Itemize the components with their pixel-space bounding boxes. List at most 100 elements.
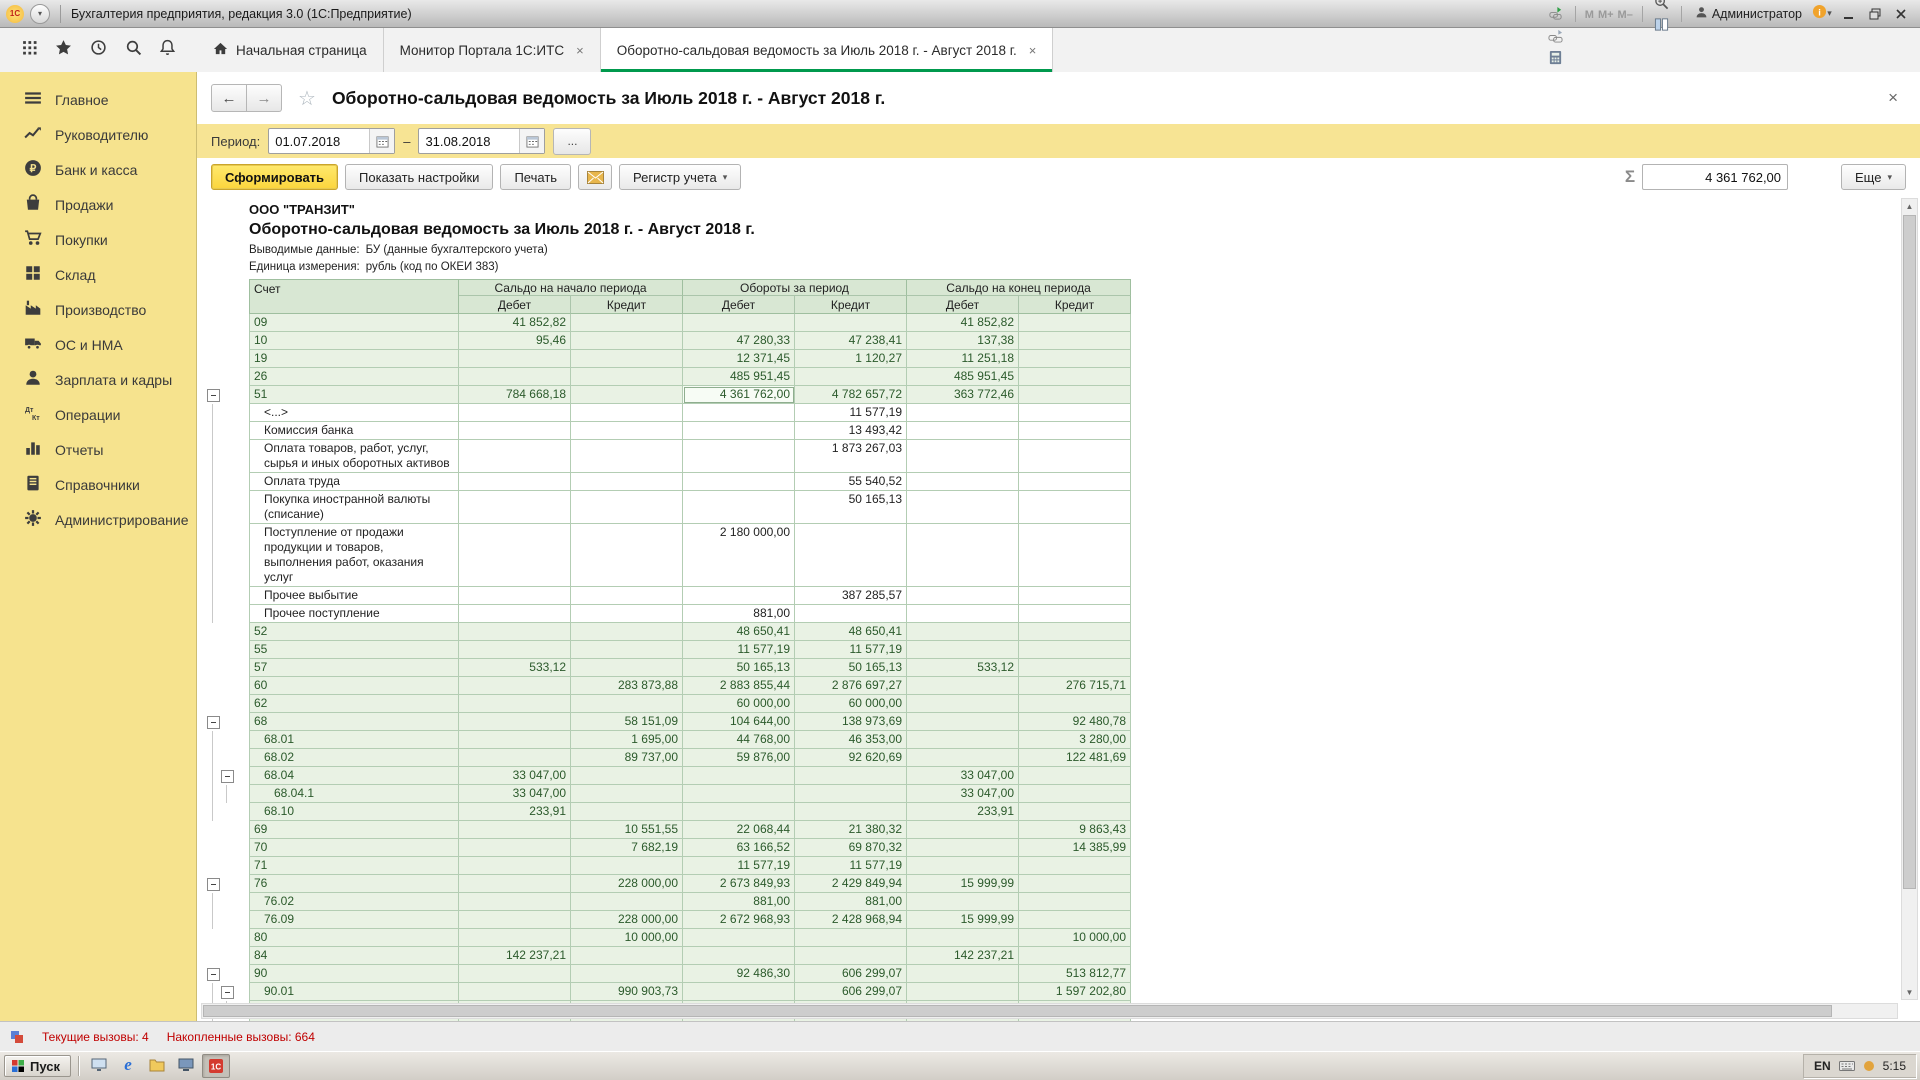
- value-cell[interactable]: [459, 605, 571, 623]
- value-cell[interactable]: 92 620,69: [795, 749, 907, 767]
- column-subheader[interactable]: Дебет: [459, 296, 571, 314]
- back-button[interactable]: ←: [211, 84, 247, 112]
- value-cell[interactable]: [571, 767, 683, 785]
- collapse-expander[interactable]: [207, 389, 220, 402]
- value-cell[interactable]: 1 597 202,80: [1019, 983, 1131, 1001]
- value-cell[interactable]: 21 380,32: [795, 821, 907, 839]
- value-cell[interactable]: [459, 857, 571, 875]
- value-cell[interactable]: [1019, 422, 1131, 440]
- tab-close-icon[interactable]: ×: [576, 43, 584, 58]
- account-cell[interactable]: 76.02: [249, 893, 459, 911]
- tray-app-icon[interactable]: [1863, 1060, 1875, 1072]
- account-cell[interactable]: Поступление от продажи продукции и товар…: [249, 524, 459, 587]
- account-cell[interactable]: 76.09: [249, 911, 459, 929]
- value-cell[interactable]: [683, 440, 795, 473]
- zoom-in-icon[interactable]: [1650, 0, 1674, 14]
- tab-3[interactable]: Оборотно-сальдовая ведомость за Июль 201…: [601, 28, 1054, 72]
- memory-button[interactable]: M+: [1596, 9, 1616, 21]
- value-cell[interactable]: 33 047,00: [907, 785, 1019, 803]
- value-cell[interactable]: [1019, 404, 1131, 422]
- value-cell[interactable]: 50 165,13: [795, 659, 907, 677]
- send-email-button[interactable]: [578, 164, 612, 190]
- value-cell[interactable]: 2 883 855,44: [683, 677, 795, 695]
- value-cell[interactable]: [907, 587, 1019, 605]
- value-cell[interactable]: 2 672 968,93: [683, 911, 795, 929]
- value-cell[interactable]: [795, 767, 907, 785]
- value-cell[interactable]: 4 782 657,72: [795, 386, 907, 404]
- value-cell[interactable]: [571, 605, 683, 623]
- language-indicator[interactable]: EN: [1814, 1059, 1831, 1073]
- value-cell[interactable]: [1019, 605, 1131, 623]
- sidebar-item-bars[interactable]: Отчеты: [0, 432, 196, 467]
- value-cell[interactable]: 142 237,21: [459, 947, 571, 965]
- scroll-up-arrow[interactable]: ▲: [1902, 199, 1917, 213]
- value-cell[interactable]: 11 577,19: [795, 857, 907, 875]
- value-cell[interactable]: [571, 965, 683, 983]
- value-cell[interactable]: [907, 857, 1019, 875]
- value-cell[interactable]: [571, 404, 683, 422]
- sidebar-item-cart[interactable]: Покупки: [0, 222, 196, 257]
- value-cell[interactable]: 14 385,99: [1019, 839, 1131, 857]
- value-cell[interactable]: [907, 695, 1019, 713]
- value-cell[interactable]: [683, 473, 795, 491]
- value-cell[interactable]: [571, 491, 683, 524]
- value-cell[interactable]: 2 429 849,94: [795, 875, 907, 893]
- value-cell[interactable]: [571, 785, 683, 803]
- column-group-header[interactable]: Сальдо на конец периода: [907, 279, 1131, 296]
- value-cell[interactable]: [1019, 803, 1131, 821]
- collapse-expander[interactable]: [207, 878, 220, 891]
- value-cell[interactable]: [795, 605, 907, 623]
- value-cell[interactable]: 104 644,00: [683, 713, 795, 731]
- clock[interactable]: 5:15: [1883, 1059, 1906, 1073]
- calendar-icon[interactable]: [369, 129, 394, 153]
- collapse-expander[interactable]: [207, 716, 220, 729]
- value-cell[interactable]: 48 650,41: [683, 623, 795, 641]
- value-cell[interactable]: [795, 785, 907, 803]
- value-cell[interactable]: [683, 491, 795, 524]
- sidebar-item-truck[interactable]: ОС и НМА: [0, 327, 196, 362]
- collapse-expander[interactable]: [221, 770, 234, 783]
- vertical-scrollbar[interactable]: ▲ ▼: [1901, 198, 1918, 1000]
- value-cell[interactable]: [571, 524, 683, 587]
- column-subheader[interactable]: Кредит: [571, 296, 683, 314]
- value-cell[interactable]: 46 353,00: [795, 731, 907, 749]
- value-cell[interactable]: [1019, 368, 1131, 386]
- column-subheader[interactable]: Дебет: [907, 296, 1019, 314]
- account-cell[interactable]: Прочее поступление: [249, 605, 459, 623]
- value-cell[interactable]: [571, 440, 683, 473]
- value-cell[interactable]: [571, 641, 683, 659]
- memory-button[interactable]: M: [1583, 9, 1596, 21]
- value-cell[interactable]: [1019, 491, 1131, 524]
- value-cell[interactable]: [1019, 524, 1131, 587]
- value-cell[interactable]: 60 000,00: [683, 695, 795, 713]
- value-cell[interactable]: [683, 803, 795, 821]
- value-cell[interactable]: [459, 929, 571, 947]
- memory-button[interactable]: M–: [1616, 9, 1635, 21]
- info-button[interactable]: i▾: [1810, 3, 1834, 25]
- value-cell[interactable]: [459, 491, 571, 524]
- value-cell[interactable]: 513 812,77: [1019, 965, 1131, 983]
- account-cell[interactable]: 26: [249, 368, 459, 386]
- value-cell[interactable]: [907, 929, 1019, 947]
- value-cell[interactable]: 10 000,00: [571, 929, 683, 947]
- value-cell[interactable]: [1019, 785, 1131, 803]
- value-cell[interactable]: [459, 875, 571, 893]
- value-cell[interactable]: [683, 422, 795, 440]
- value-cell[interactable]: [459, 839, 571, 857]
- value-cell[interactable]: [459, 623, 571, 641]
- forward-button[interactable]: →: [247, 84, 282, 112]
- value-cell[interactable]: [459, 368, 571, 386]
- value-cell[interactable]: 9 863,43: [1019, 821, 1131, 839]
- split-columns-icon[interactable]: [1650, 14, 1674, 36]
- value-cell[interactable]: [683, 983, 795, 1001]
- account-cell[interactable]: Оплата товаров, работ, услуг, сырья и ин…: [249, 440, 459, 473]
- value-cell[interactable]: [683, 929, 795, 947]
- account-cell[interactable]: Комиссия банка: [249, 422, 459, 440]
- keyboard-icon[interactable]: [1839, 1060, 1855, 1072]
- taskbar-onec-app-icon[interactable]: 1С: [202, 1054, 230, 1078]
- value-cell[interactable]: [459, 731, 571, 749]
- value-cell[interactable]: 276 715,71: [1019, 677, 1131, 695]
- period-more-button[interactable]: ...: [553, 128, 591, 155]
- main-menu-button[interactable]: ▾: [30, 4, 50, 24]
- column-header-account[interactable]: Счет: [249, 279, 459, 314]
